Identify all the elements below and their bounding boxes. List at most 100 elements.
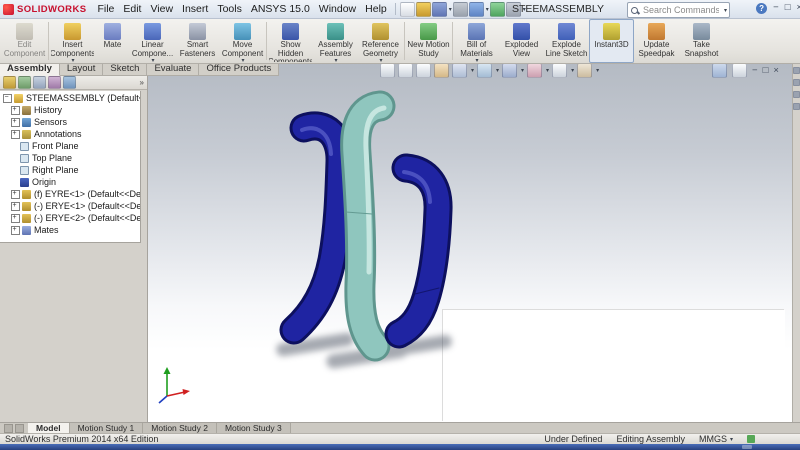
instant3d-button[interactable]: Instant3D [589,19,634,63]
tree-item-component-erye2[interactable]: (-) ERYE<2> (Default<<Default>_Dis [0,212,140,224]
undo-dropdown-caret[interactable]: ▾ [486,6,489,13]
configuration-manager-tab-icon[interactable] [33,76,46,89]
doc-close-icon[interactable]: × [773,65,779,77]
menu-edit[interactable]: Edit [119,2,145,16]
tab-scroll-left-icon[interactable] [4,423,13,433]
tree-item-sensors[interactable]: Sensors [0,116,140,128]
doc-minimize-icon[interactable]: − [752,65,758,77]
tab-sketch[interactable]: Sketch [103,62,148,76]
zoom-fit-icon[interactable] [380,63,395,78]
open-document-icon[interactable] [415,1,431,17]
menu-file[interactable]: File [93,2,118,16]
edit-appearance-icon[interactable] [527,63,543,78]
tab-motion-study-2[interactable]: Motion Study 2 [143,423,217,433]
save-dropdown-caret[interactable]: ▾ [449,6,452,13]
expand-expander[interactable] [11,105,20,115]
tab-office-products[interactable]: Office Products [199,62,280,76]
close-icon[interactable]: × [796,2,800,14]
tree-item-component-eyre1[interactable]: (f) EYRE<1> (Default<<Default>_Dis [0,188,140,200]
menu-ansys[interactable]: ANSYS 15.0 [247,2,314,16]
expand-expander[interactable] [11,117,20,127]
expand-expander[interactable] [11,201,20,211]
task-pane-resources-icon[interactable] [793,67,800,74]
viewport-layout-icon[interactable] [732,63,747,78]
menu-window[interactable]: Window [315,2,360,16]
show-hidden-components-button[interactable]: Show Hidden Components [268,19,313,63]
tree-item-top-plane[interactable]: Top Plane [0,152,140,164]
tab-scroll-buttons[interactable] [0,423,28,433]
tree-item-right-plane[interactable]: Right Plane [0,164,140,176]
linear-component-pattern-button[interactable]: Linear Compone... ▾ [130,19,175,63]
previous-view-icon[interactable] [416,63,431,78]
view-orientation-icon[interactable] [452,63,467,78]
menu-tools[interactable]: Tools [213,2,246,16]
minimize-icon[interactable]: − [773,2,779,14]
tab-motion-study-1[interactable]: Motion Study 1 [69,423,144,433]
mate-button[interactable]: Mate [95,19,130,63]
tab-layout[interactable]: Layout [59,62,104,76]
tab-motion-study-3[interactable]: Motion Study 3 [216,423,291,433]
search-box[interactable]: ▾ [627,2,730,18]
task-pane-strip[interactable] [792,62,800,422]
model-bar-left[interactable] [279,111,355,345]
display-style-icon[interactable] [477,63,493,78]
doc-restore-icon[interactable]: □ [763,65,769,77]
search-input[interactable] [641,4,721,16]
panel-overflow-chevron[interactable]: » [140,78,144,87]
new-motion-study-button[interactable]: New Motion Study [406,19,451,63]
tab-assembly[interactable]: Assembly [0,62,60,76]
expand-expander[interactable] [11,213,20,223]
menu-view[interactable]: View [146,2,177,16]
tab-scroll-right-icon[interactable] [15,423,24,433]
update-speedpak-button[interactable]: Update Speedpak [634,19,679,63]
model-canvas[interactable] [148,62,792,422]
take-snapshot-button[interactable]: Take Snapshot [679,19,724,63]
feature-tree-tab-icon[interactable] [3,76,16,89]
tree-item-front-plane[interactable]: Front Plane [0,140,140,152]
model-bar-right[interactable] [384,153,453,349]
smart-fasteners-button[interactable]: Smart Fasteners [175,19,220,63]
tab-evaluate[interactable]: Evaluate [147,62,200,76]
task-pane-appearances-icon[interactable] [793,103,800,110]
hide-show-items-icon[interactable] [502,63,518,78]
expand-expander[interactable] [11,189,20,199]
print-icon[interactable] [452,1,468,17]
menu-help[interactable]: Help [361,2,391,16]
expand-expander[interactable] [11,129,20,139]
dimxpert-manager-tab-icon[interactable] [48,76,61,89]
tree-item-mates[interactable]: Mates [0,224,140,236]
undo-icon[interactable] [468,1,484,17]
save-icon[interactable] [431,1,447,17]
move-component-button[interactable]: Move Component ▾ [220,19,265,63]
rebuild-icon[interactable] [489,1,505,17]
tree-item-history[interactable]: History [0,104,140,116]
bill-of-materials-button[interactable]: Bill of Materials ▾ [454,19,499,63]
display-manager-tab-icon[interactable] [63,76,76,89]
tree-item-origin[interactable]: Origin [0,176,140,188]
tree-item-annotations[interactable]: Annotations [0,128,140,140]
reference-geometry-button[interactable]: Reference Geometry ▾ [358,19,403,63]
model-bar-middle[interactable] [340,90,396,362]
units-selector[interactable]: MMGS ▾ [699,434,733,444]
new-document-icon[interactable] [399,1,415,17]
property-manager-tab-icon[interactable] [18,76,31,89]
menu-insert[interactable]: Insert [178,2,212,16]
tree-item-component-erye1[interactable]: (-) ERYE<1> (Default<<Default>_Dis [0,200,140,212]
edit-component-button[interactable]: Edit Component [2,19,47,63]
view-settings-icon[interactable] [577,63,593,78]
units-dropdown-caret[interactable]: ▾ [730,436,733,443]
expand-expander[interactable] [11,225,20,235]
zoom-area-icon[interactable] [398,63,413,78]
task-pane-file-explorer-icon[interactable] [793,91,800,98]
apply-scene-icon[interactable] [552,63,568,78]
search-dropdown-caret[interactable]: ▾ [724,7,727,14]
tree-root-assembly[interactable]: STEEMASSEMBLY (Default<Display Stat [0,92,140,104]
help-icon[interactable]: ? [756,2,768,14]
task-pane-design-library-icon[interactable] [793,79,800,86]
tab-model[interactable]: Model [28,423,70,433]
section-view-icon[interactable] [434,63,449,78]
fullscreen-icon[interactable] [712,63,727,78]
exploded-view-button[interactable]: Exploded View [499,19,544,63]
assembly-features-button[interactable]: Assembly Features ▾ [313,19,358,63]
taskbar-show-hidden-icons[interactable] [742,445,752,449]
